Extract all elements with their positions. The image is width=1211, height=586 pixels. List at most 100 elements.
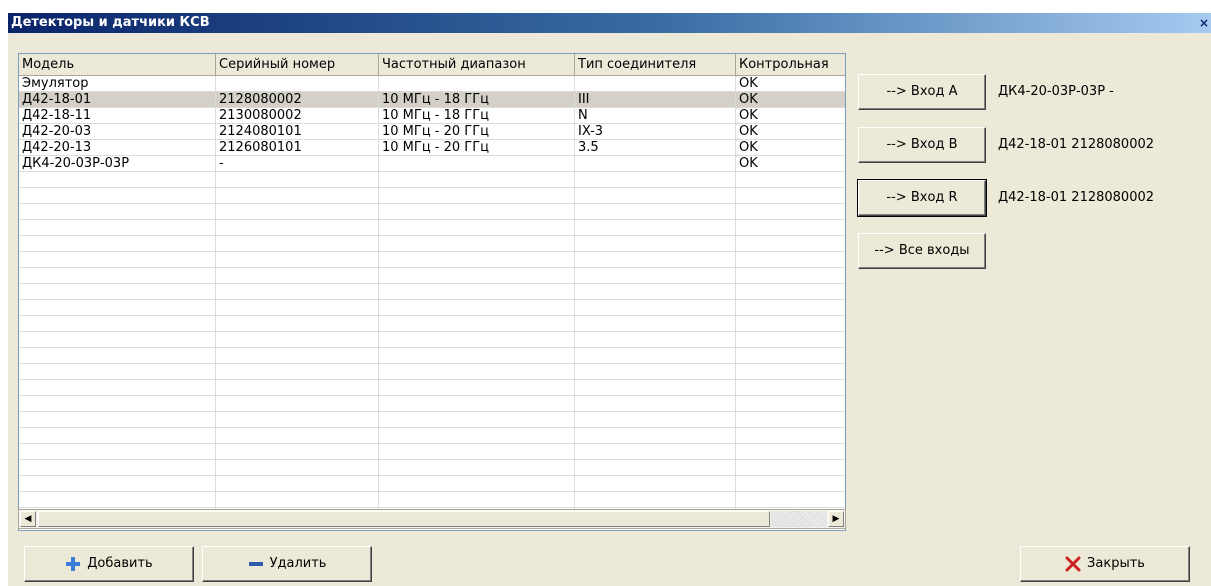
table-row[interactable]: Д42-20-03 2124080101 10 МГц - 20 ГГц IX-3 OK: [19, 124, 845, 140]
add-button[interactable]: Добавить: [24, 546, 194, 582]
column-header-frequency[interactable]: Частотный диапазон: [379, 54, 575, 75]
cell-model: [19, 204, 216, 220]
input-a-button[interactable]: --> Вход A: [858, 74, 986, 110]
cell-model: [19, 428, 216, 444]
cell-serial: [216, 476, 379, 492]
table-row[interactable]: [19, 284, 845, 300]
table-row[interactable]: [19, 236, 845, 252]
scrollbar-thumb[interactable]: [38, 511, 770, 527]
table-row[interactable]: Д42-18-11 2130080002 10 МГц - 18 ГГц N OK: [19, 108, 845, 124]
all-inputs-button[interactable]: --> Все входы: [858, 233, 986, 269]
cell-connector: [575, 284, 736, 300]
minus-icon: [248, 561, 263, 566]
cell-control: [736, 300, 845, 316]
cell-frequency: 10 МГц - 20 ГГц: [379, 140, 575, 156]
cell-connector: [575, 348, 736, 364]
add-button-label: Добавить: [87, 556, 153, 571]
table-row[interactable]: [19, 252, 845, 268]
detectors-grid[interactable]: Модель Серийный номер Частотный диапазон…: [18, 53, 846, 531]
cell-model: [19, 444, 216, 460]
table-row[interactable]: [19, 412, 845, 428]
cell-connector: [575, 172, 736, 188]
table-row[interactable]: [19, 396, 845, 412]
cell-connector: [575, 252, 736, 268]
input-b-value: Д42-18-01 2128080002: [998, 137, 1155, 152]
column-header-serial[interactable]: Серийный номер: [216, 54, 379, 75]
table-row[interactable]: [19, 476, 845, 492]
cell-connector: 3.5: [575, 140, 736, 156]
cell-serial: 2130080002: [216, 108, 379, 124]
cell-control: OK: [736, 76, 845, 92]
table-row[interactable]: [19, 380, 845, 396]
column-header-connector[interactable]: Тип соединителя: [575, 54, 736, 75]
table-row[interactable]: [19, 460, 845, 476]
table-row[interactable]: [19, 332, 845, 348]
cell-serial: [216, 268, 379, 284]
cell-connector: [575, 460, 736, 476]
cell-model: [19, 300, 216, 316]
table-row[interactable]: [19, 348, 845, 364]
grid-rows: Эмулятор OK Д42-18-01 2128080002 10 МГц - 18…: [19, 76, 845, 524]
cell-serial: [216, 284, 379, 300]
cell-control: OK: [736, 140, 845, 156]
table-row[interactable]: [19, 268, 845, 284]
cell-control: [736, 492, 845, 508]
cell-frequency: 10 МГц - 18 ГГц: [379, 108, 575, 124]
cell-connector: [575, 428, 736, 444]
cell-control: [736, 188, 845, 204]
cell-connector: [575, 364, 736, 380]
cell-model: [19, 252, 216, 268]
plus-icon: [66, 556, 81, 571]
cell-connector: N: [575, 108, 736, 124]
input-r-button[interactable]: --> Вход R: [857, 179, 987, 217]
table-row[interactable]: [19, 172, 845, 188]
cell-model: [19, 460, 216, 476]
remove-button[interactable]: Удалить: [202, 546, 372, 582]
table-row[interactable]: [19, 444, 845, 460]
remove-button-label: Удалить: [269, 556, 327, 571]
cell-control: [736, 364, 845, 380]
table-row[interactable]: [19, 316, 845, 332]
arrow-right-icon[interactable]: ▶: [828, 511, 844, 527]
close-button-label: Закрыть: [1087, 556, 1145, 571]
cell-frequency: [379, 380, 575, 396]
column-header-model[interactable]: Модель: [19, 54, 216, 75]
scrollbar-track[interactable]: [771, 511, 827, 527]
cell-connector: [575, 220, 736, 236]
table-row[interactable]: [19, 364, 845, 380]
table-row[interactable]: [19, 204, 845, 220]
horizontal-scrollbar[interactable]: ◀ ▶: [18, 509, 846, 529]
table-row[interactable]: [19, 492, 845, 508]
cell-model: Д42-20-13: [19, 140, 216, 156]
cell-connector: [575, 332, 736, 348]
cell-model: [19, 396, 216, 412]
close-button[interactable]: Закрыть: [1020, 546, 1190, 582]
table-row[interactable]: [19, 188, 845, 204]
cell-model: [19, 284, 216, 300]
cell-serial: [216, 428, 379, 444]
title-bar: Детекторы и датчики КСВ ×: [8, 13, 1211, 33]
cell-serial: 2126080101: [216, 140, 379, 156]
input-b-button[interactable]: --> Вход B: [858, 127, 986, 163]
table-row[interactable]: [19, 300, 845, 316]
table-row[interactable]: Д42-20-13 2126080101 10 МГц - 20 ГГц 3.5 OK: [19, 140, 845, 156]
table-row[interactable]: Эмулятор OK: [19, 76, 845, 92]
cell-control: [736, 460, 845, 476]
cell-frequency: [379, 428, 575, 444]
column-header-control[interactable]: Контрольная: [736, 54, 845, 75]
table-row[interactable]: [19, 428, 845, 444]
cell-frequency: [379, 460, 575, 476]
arrow-left-icon[interactable]: ◀: [20, 511, 36, 527]
dialog-window: Детекторы и датчики КСВ × Модель Серийны…: [8, 13, 1211, 586]
table-row[interactable]: Д42-18-01 2128080002 10 МГц - 18 ГГц III OK: [19, 92, 845, 108]
cell-control: [736, 220, 845, 236]
table-row[interactable]: ДК4-20-03Р-03Р - OK: [19, 156, 845, 172]
cell-serial: [216, 172, 379, 188]
cell-model: Д42-18-11: [19, 108, 216, 124]
cell-connector: [575, 396, 736, 412]
table-row[interactable]: [19, 220, 845, 236]
cell-connector: [575, 380, 736, 396]
cell-control: [736, 396, 845, 412]
close-window-icon[interactable]: ×: [1197, 15, 1211, 31]
cell-connector: [575, 444, 736, 460]
